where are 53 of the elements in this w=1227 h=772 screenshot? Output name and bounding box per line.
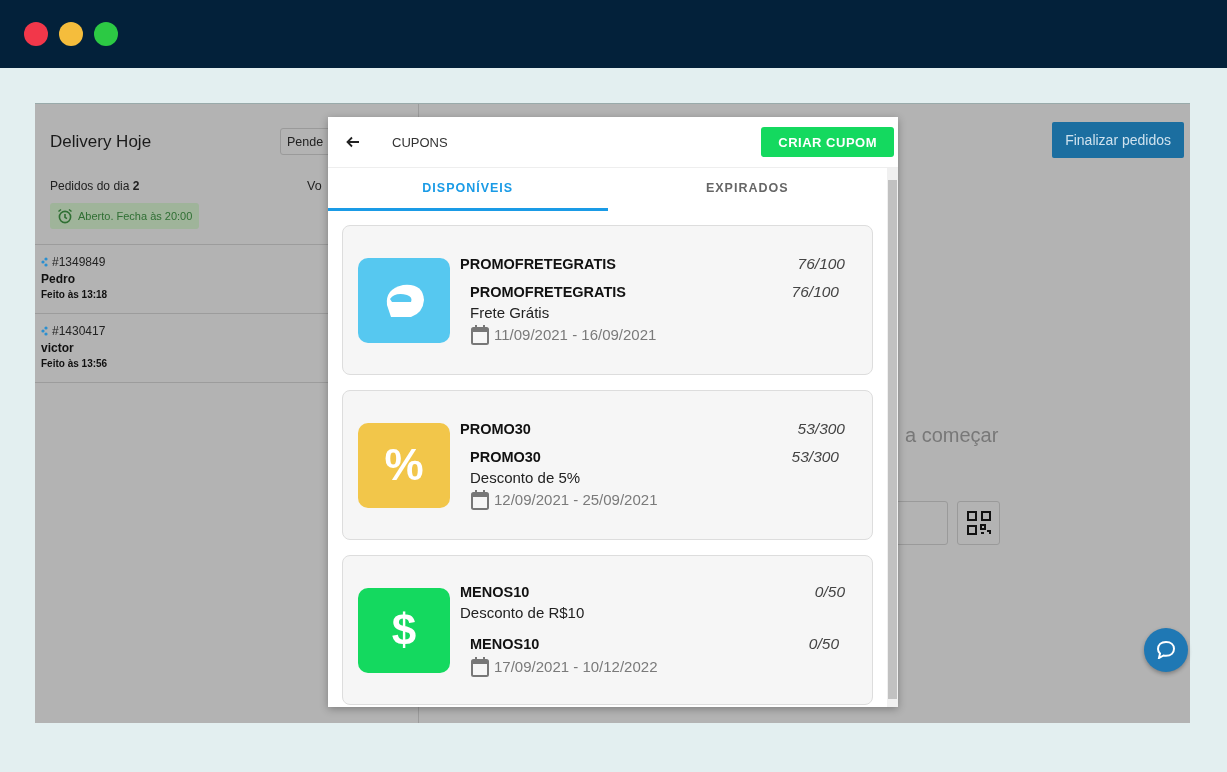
window-control-icon[interactable] bbox=[59, 22, 83, 46]
coupon-card[interactable]: % PROMO30 53/300 PROMO30 53/300 Desconto de 5% 12/09/2021 - 25/09/2021 bbox=[342, 390, 873, 540]
usage-count: 76/100 bbox=[797, 254, 845, 273]
customer-name: victor bbox=[41, 341, 75, 355]
chat-icon bbox=[1156, 641, 1176, 659]
usage-count: 76/100 bbox=[791, 282, 839, 301]
delivery-dots-icon bbox=[41, 257, 49, 267]
scrollbar[interactable] bbox=[887, 168, 898, 707]
badge-text: Aberto. Fecha às 20:00 bbox=[78, 210, 193, 222]
coupon-description: Desconto de 5% bbox=[470, 468, 582, 486]
coupon-code: MENOS10 bbox=[470, 635, 540, 652]
qr-code-icon bbox=[965, 510, 992, 536]
back-button[interactable] bbox=[346, 136, 360, 148]
usage-count: 53/300 bbox=[797, 419, 845, 438]
tile-symbol: $ bbox=[391, 605, 417, 655]
orders-count: Pedidos do dia 2 bbox=[50, 179, 140, 193]
coupon-title: PROMO30 bbox=[460, 420, 531, 437]
dialog-title: CUPONS bbox=[392, 134, 448, 150]
calendar-icon bbox=[470, 488, 490, 511]
usage-count: 53/300 bbox=[791, 447, 839, 466]
tab[interactable]: EXPIRADOS bbox=[607, 168, 887, 211]
coupon-title: MENOS10 bbox=[460, 583, 530, 600]
validity-period: 11/09/2021 - 16/09/2021 bbox=[494, 326, 657, 343]
coupon-card[interactable]: PROMOFRETEGRATIS 76/100 PROMOFRETEGRATIS 76/100 Frete Grátis 11/09/2021 - 16/09/2021 bbox=[342, 225, 873, 375]
alarm-clock-icon bbox=[57, 208, 73, 224]
qr-code-button[interactable] bbox=[957, 501, 1000, 545]
finish-orders-button[interactable]: Finalizar pedidos bbox=[1052, 122, 1184, 158]
coupon-card[interactable]: $ MENOS10 0/50 Desconto de R$10 MENOS10 0/50 17/09/2021 - 10/12/2022 bbox=[342, 555, 873, 705]
coupon-description: Frete Grátis bbox=[470, 303, 551, 321]
panel-title: Delivery Hoje bbox=[50, 131, 152, 152]
usage-count: 0/50 bbox=[808, 634, 839, 653]
window-control-icon[interactable] bbox=[24, 22, 48, 46]
coupon-code: PROMOFRETEGRATIS bbox=[470, 283, 626, 300]
order-number: #1349849 bbox=[52, 255, 106, 269]
window-control-icon[interactable] bbox=[94, 22, 118, 46]
usage-count: 0/50 bbox=[814, 582, 845, 601]
hint-text: a começar bbox=[905, 424, 999, 447]
coupon-title: PROMOFRETEGRATIS bbox=[460, 255, 616, 272]
column-label: Vo bbox=[307, 179, 323, 193]
tile-symbol: % bbox=[384, 440, 424, 490]
order-time: Feito às 13:56 bbox=[41, 358, 109, 369]
coupon-code: PROMO30 bbox=[470, 448, 541, 465]
validity-period: 12/09/2021 - 25/09/2021 bbox=[494, 491, 658, 508]
coupon-description: Desconto de R$10 bbox=[460, 603, 586, 621]
order-number: #1430417 bbox=[52, 324, 106, 338]
chat-button[interactable] bbox=[1144, 628, 1188, 672]
delivery-dots-icon bbox=[41, 326, 49, 336]
calendar-icon bbox=[470, 323, 490, 346]
validity-period: 17/09/2021 - 10/12/2022 bbox=[494, 658, 658, 675]
calendar-icon bbox=[470, 655, 490, 678]
back-arrow-icon bbox=[346, 136, 360, 148]
order-time: Feito às 13:18 bbox=[41, 289, 109, 300]
customer-name: Pedro bbox=[41, 272, 76, 286]
